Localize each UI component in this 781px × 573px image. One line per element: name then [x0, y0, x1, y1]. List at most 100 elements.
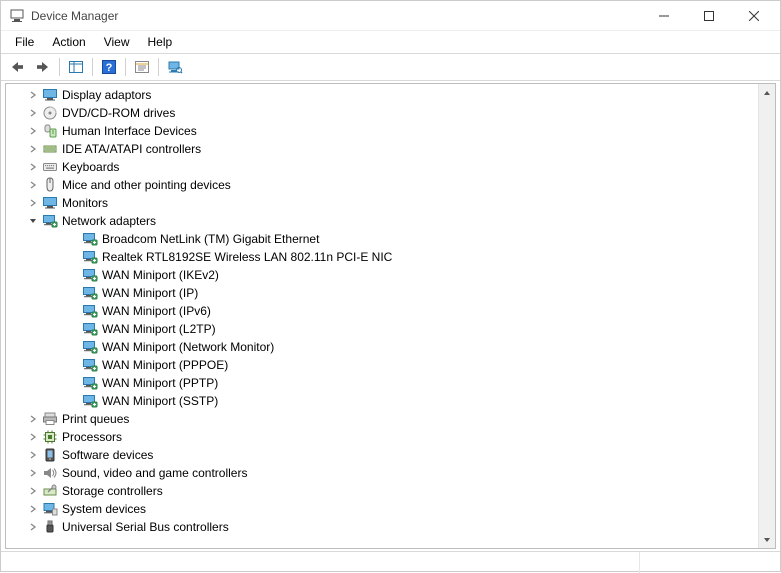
tree-category[interactable]: System devices — [6, 500, 758, 518]
tree-category-label: Display adaptors — [62, 88, 151, 102]
tree-category[interactable]: Processors — [6, 428, 758, 446]
tree-category-label: System devices — [62, 502, 146, 516]
statusbar — [1, 551, 780, 573]
chevron-right-icon[interactable] — [26, 520, 40, 534]
tree-category-label: Sound, video and game controllers — [62, 466, 247, 480]
chevron-right-icon[interactable] — [26, 484, 40, 498]
chevron-right-icon[interactable] — [26, 106, 40, 120]
net-icon — [82, 303, 98, 319]
tree-category[interactable]: Print queues — [6, 410, 758, 428]
net-icon — [82, 321, 98, 337]
chevron-right-icon[interactable] — [26, 502, 40, 516]
net-icon — [82, 249, 98, 265]
tree-category[interactable]: Sound, video and game controllers — [6, 464, 758, 482]
tree-category[interactable]: Network adapters — [6, 212, 758, 230]
net-icon — [82, 375, 98, 391]
chevron-right-icon[interactable] — [26, 412, 40, 426]
chevron-right-icon[interactable] — [26, 160, 40, 174]
tree-device[interactable]: Broadcom NetLink (TM) Gigabit Ethernet — [6, 230, 758, 248]
cpu-icon — [42, 429, 58, 445]
toolbar: ? — [1, 53, 780, 81]
app-icon — [9, 8, 25, 24]
chevron-right-icon[interactable] — [26, 430, 40, 444]
tree-device[interactable]: WAN Miniport (IKEv2) — [6, 266, 758, 284]
hid-icon — [42, 123, 58, 139]
chevron-right-icon[interactable] — [26, 88, 40, 102]
net-icon — [82, 339, 98, 355]
tree-category[interactable]: Storage controllers — [6, 482, 758, 500]
status-pane-left — [1, 552, 640, 573]
chevron-down-icon[interactable] — [26, 214, 40, 228]
tree-device-label: WAN Miniport (SSTP) — [102, 394, 218, 408]
usb-icon — [42, 519, 58, 535]
toolbar-separator — [92, 58, 93, 76]
keyboard-icon — [42, 159, 58, 175]
tree-device[interactable]: WAN Miniport (L2TP) — [6, 320, 758, 338]
tree-category[interactable]: Display adaptors — [6, 86, 758, 104]
properties-button[interactable] — [130, 56, 154, 78]
scan-hardware-button[interactable] — [163, 56, 187, 78]
tree-category[interactable]: Universal Serial Bus controllers — [6, 518, 758, 536]
device-tree[interactable]: Display adaptors DVD/CD-ROM drives Human I… — [6, 84, 758, 548]
vertical-scrollbar[interactable] — [758, 84, 775, 548]
maximize-button[interactable] — [686, 1, 731, 31]
menu-file[interactable]: File — [7, 33, 42, 51]
tree-category[interactable]: Keyboards — [6, 158, 758, 176]
scroll-down-arrow[interactable] — [759, 531, 775, 548]
tree-category-label: Mice and other pointing devices — [62, 178, 231, 192]
monitor-icon — [42, 87, 58, 103]
disc-icon — [42, 105, 58, 121]
content-area: Display adaptors DVD/CD-ROM drives Human I… — [5, 83, 776, 549]
software-icon — [42, 447, 58, 463]
chevron-right-icon[interactable] — [26, 178, 40, 192]
chevron-right-icon[interactable] — [26, 124, 40, 138]
tree-device-label: WAN Miniport (IP) — [102, 286, 198, 300]
tree-category[interactable]: Monitors — [6, 194, 758, 212]
chevron-right-icon[interactable] — [26, 196, 40, 210]
tree-category[interactable]: Human Interface Devices — [6, 122, 758, 140]
svg-text:?: ? — [106, 62, 113, 74]
titlebar: Device Manager — [1, 1, 780, 31]
monitor-icon — [42, 195, 58, 211]
tree-device[interactable]: WAN Miniport (Network Monitor) — [6, 338, 758, 356]
scroll-track[interactable] — [759, 101, 775, 531]
tree-device-label: WAN Miniport (L2TP) — [102, 322, 216, 336]
tree-category[interactable]: Mice and other pointing devices — [6, 176, 758, 194]
chevron-right-icon[interactable] — [26, 466, 40, 480]
close-button[interactable] — [731, 1, 776, 31]
tree-category[interactable]: IDE ATA/ATAPI controllers — [6, 140, 758, 158]
chevron-right-icon[interactable] — [26, 448, 40, 462]
tree-category-label: DVD/CD-ROM drives — [62, 106, 175, 120]
tree-device[interactable]: WAN Miniport (IPv6) — [6, 302, 758, 320]
tree-device[interactable]: WAN Miniport (IP) — [6, 284, 758, 302]
menu-view[interactable]: View — [96, 33, 138, 51]
tree-device[interactable]: Realtek RTL8192SE Wireless LAN 802.11n P… — [6, 248, 758, 266]
menu-action[interactable]: Action — [44, 33, 93, 51]
tree-category-label: Keyboards — [62, 160, 119, 174]
tree-device[interactable]: WAN Miniport (SSTP) — [6, 392, 758, 410]
ide-icon — [42, 141, 58, 157]
mouse-icon — [42, 177, 58, 193]
system-icon — [42, 501, 58, 517]
tree-category-label: Human Interface Devices — [62, 124, 197, 138]
back-button[interactable] — [5, 56, 29, 78]
help-button[interactable]: ? — [97, 56, 121, 78]
tree-category[interactable]: DVD/CD-ROM drives — [6, 104, 758, 122]
tree-device-label: WAN Miniport (PPTP) — [102, 376, 218, 390]
tree-category-label: Software devices — [62, 448, 153, 462]
tree-category-label: Processors — [62, 430, 122, 444]
tree-device-label: WAN Miniport (PPPOE) — [102, 358, 228, 372]
show-hide-tree-button[interactable] — [64, 56, 88, 78]
tree-device-label: WAN Miniport (IKEv2) — [102, 268, 219, 282]
net-icon — [82, 285, 98, 301]
storage-icon — [42, 483, 58, 499]
minimize-button[interactable] — [641, 1, 686, 31]
chevron-right-icon[interactable] — [26, 142, 40, 156]
forward-button[interactable] — [31, 56, 55, 78]
tree-device[interactable]: WAN Miniport (PPTP) — [6, 374, 758, 392]
tree-device[interactable]: WAN Miniport (PPPOE) — [6, 356, 758, 374]
net-icon — [82, 357, 98, 373]
tree-category[interactable]: Software devices — [6, 446, 758, 464]
scroll-up-arrow[interactable] — [759, 84, 775, 101]
menu-help[interactable]: Help — [140, 33, 181, 51]
